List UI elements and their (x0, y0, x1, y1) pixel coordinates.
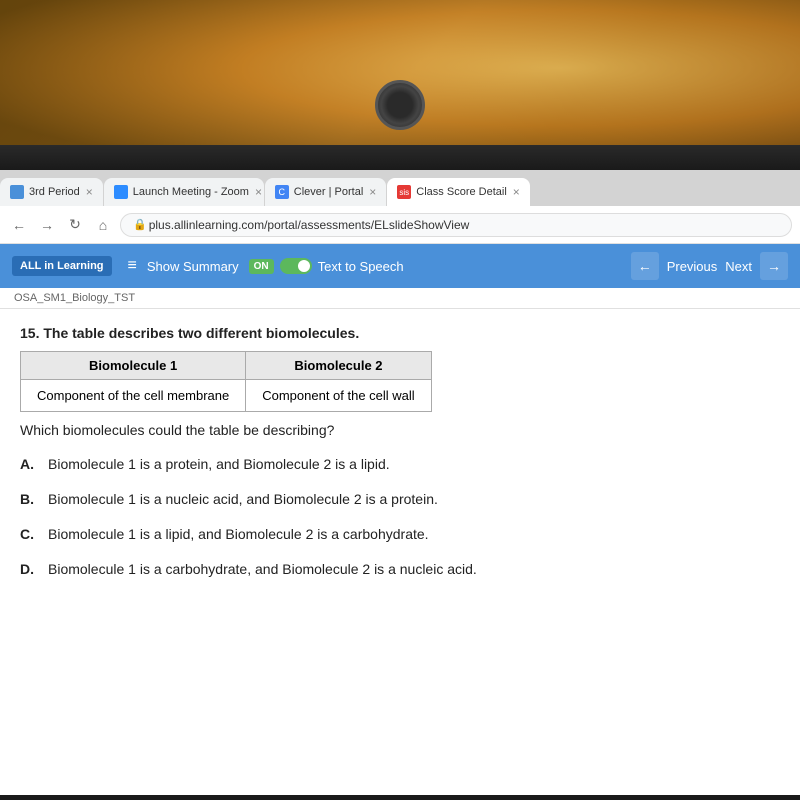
toggle-on-label: ON (249, 259, 274, 274)
menu-icon[interactable]: ≡ (128, 257, 137, 275)
tab-clever[interactable]: C Clever | Portal × (265, 178, 387, 206)
lock-icon: 🔒 (133, 218, 147, 231)
tab-close-zoom[interactable]: × (255, 185, 262, 199)
main-content: 15. The table describes two different bi… (0, 309, 800, 795)
tab-class-score[interactable]: sis Class Score Detail × (387, 178, 530, 206)
address-bar: ← → ↻ ⌂ 🔒 plus.allinlearning.com/portal/… (0, 206, 800, 244)
brand-logo: ALL in Learning (12, 256, 112, 276)
next-arrow-button[interactable]: → (760, 252, 788, 280)
webcam-area (0, 0, 800, 170)
option-c-text: Biomolecule 1 is a lipid, and Biomolecul… (48, 524, 429, 545)
table-cell-1-2: Component of the cell wall (246, 380, 431, 412)
tab-close-clever[interactable]: × (369, 185, 376, 199)
answer-option-b[interactable]: B. Biomolecule 1 is a nucleic acid, and … (20, 489, 780, 510)
tab-close-3rd-period[interactable]: × (86, 185, 93, 199)
tts-label: Text to Speech (318, 259, 404, 274)
next-label: Next (725, 259, 752, 274)
tab-icon-clever: C (275, 185, 289, 199)
tab-3rd-period[interactable]: 3rd Period × (0, 178, 103, 206)
option-b-text: Biomolecule 1 is a nucleic acid, and Bio… (48, 489, 438, 510)
url-text: plus.allinlearning.com/portal/assessment… (149, 218, 470, 232)
option-b-letter: B. (20, 489, 40, 510)
option-a-letter: A. (20, 454, 40, 475)
answer-option-c[interactable]: C. Biomolecule 1 is a lipid, and Biomole… (20, 524, 780, 545)
option-d-letter: D. (20, 559, 40, 580)
tab-close-class-score[interactable]: × (513, 185, 520, 199)
previous-label: Previous (667, 259, 718, 274)
tab-icon-3rd-period (10, 185, 24, 199)
tts-toggle-container: ON Text to Speech (249, 258, 404, 274)
toolbar: ALL in Learning ≡ Show Summary ON Text t… (0, 244, 800, 288)
biomolecule-table: Biomolecule 1 Biomolecule 2 Component of… (20, 351, 432, 412)
col-header-2: Biomolecule 2 (246, 352, 431, 380)
forward-button[interactable]: → (36, 214, 58, 236)
option-c-letter: C. (20, 524, 40, 545)
table-cell-1-1: Component of the cell membrane (21, 380, 246, 412)
refresh-button[interactable]: ↻ (64, 214, 86, 236)
tab-icon-zoom (114, 185, 128, 199)
answer-option-d[interactable]: D. Biomolecule 1 is a carbohydrate, and … (20, 559, 780, 580)
answer-option-a[interactable]: A. Biomolecule 1 is a protein, and Biomo… (20, 454, 780, 475)
show-summary-button[interactable]: Show Summary (147, 259, 239, 274)
nav-controls: ← Previous Next → (631, 252, 788, 280)
col-header-1: Biomolecule 1 (21, 352, 246, 380)
url-bar[interactable]: 🔒 plus.allinlearning.com/portal/assessme… (120, 213, 792, 237)
breadcrumb: OSA_SM1_Biology_TST (0, 288, 800, 309)
back-button[interactable]: ← (8, 214, 30, 236)
home-button[interactable]: ⌂ (92, 214, 114, 236)
tab-bar: 3rd Period × Launch Meeting - Zoom × C C… (0, 170, 800, 206)
option-d-text: Biomolecule 1 is a carbohydrate, and Bio… (48, 559, 477, 580)
tts-toggle[interactable] (280, 258, 312, 274)
tab-zoom[interactable]: Launch Meeting - Zoom × (104, 178, 264, 206)
question-stem: 15. The table describes two different bi… (20, 325, 780, 341)
which-question: Which biomolecules could the table be de… (20, 422, 780, 438)
webcam-circle (375, 80, 425, 130)
prev-arrow-button[interactable]: ← (631, 252, 659, 280)
option-a-text: Biomolecule 1 is a protein, and Biomolec… (48, 454, 390, 475)
laptop-bezel (0, 145, 800, 170)
tab-icon-class-score: sis (397, 185, 411, 199)
